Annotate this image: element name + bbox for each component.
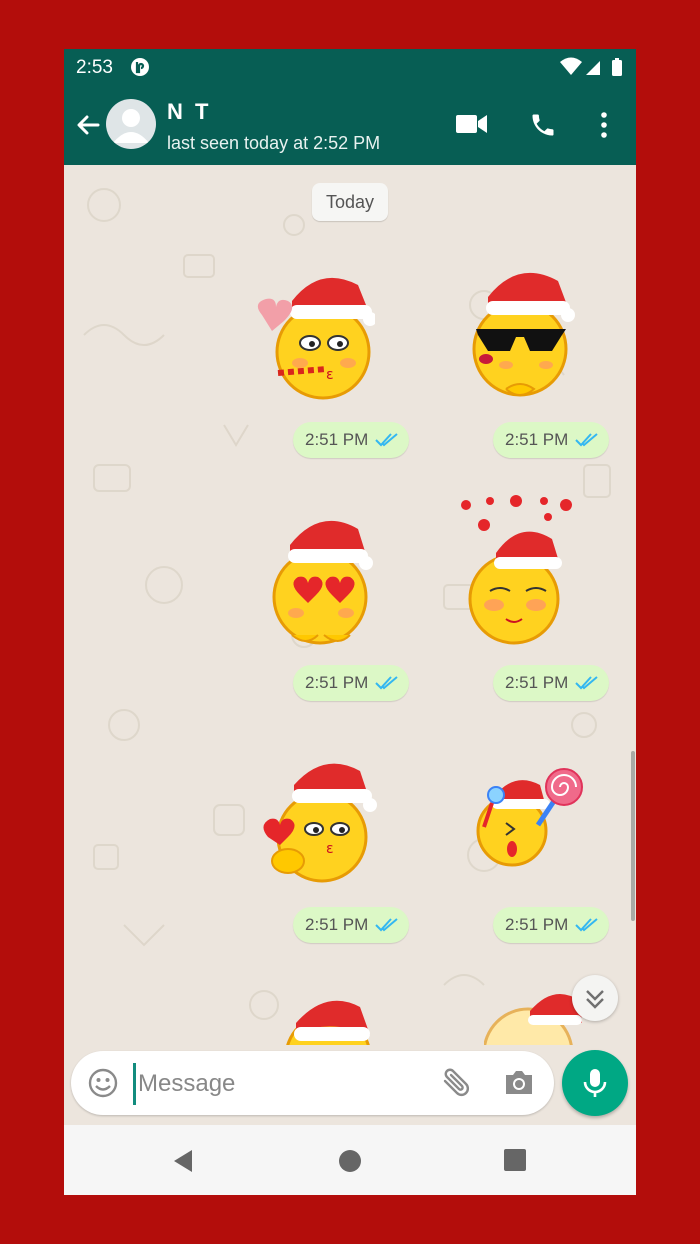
svg-text:ε: ε [326, 367, 334, 383]
read-receipt-icon [575, 433, 598, 447]
sticker-message[interactable] [468, 765, 588, 875]
message-timestamp: 2:51 PM [493, 665, 609, 701]
status-bar: 2:53 [64, 49, 636, 85]
sticker-message[interactable] [278, 985, 378, 1045]
wifi-icon [560, 57, 582, 75]
avatar[interactable] [106, 99, 156, 149]
read-receipt-icon [375, 676, 398, 690]
phone-screen: 2:53 N T last seen today at 2:52 PM Toda… [64, 49, 636, 1195]
read-receipt-icon [575, 918, 598, 932]
system-navigation-bar [64, 1125, 636, 1195]
back-arrow-icon[interactable] [74, 111, 102, 144]
notification-app-icon [130, 57, 150, 77]
more-vert-icon[interactable] [594, 111, 614, 144]
timestamp-text: 2:51 PM [305, 430, 369, 449]
emoji-icon[interactable] [87, 1067, 119, 1104]
nav-home-icon[interactable] [338, 1149, 362, 1178]
scroll-to-bottom-button[interactable] [572, 975, 618, 1021]
signal-icon [586, 61, 600, 75]
contact-name[interactable]: N T [167, 99, 211, 125]
sticker-message[interactable] [466, 257, 576, 407]
read-receipt-icon [375, 433, 398, 447]
sticker-message[interactable]: ε [260, 749, 380, 889]
battery-icon [612, 58, 622, 76]
scroll-down-icon [586, 990, 604, 1009]
status-time: 2:53 [76, 57, 113, 78]
read-receipt-icon [375, 918, 398, 932]
phone-icon[interactable] [529, 111, 557, 144]
timestamp-text: 2:51 PM [505, 430, 569, 449]
sticker-message[interactable] [484, 987, 584, 1045]
message-timestamp: 2:51 PM [493, 907, 609, 943]
message-input[interactable] [133, 1063, 430, 1105]
svg-text:ε: ε [326, 841, 334, 857]
chat-header: N T last seen today at 2:52 PM [64, 85, 636, 165]
message-timestamp: 2:51 PM [293, 665, 409, 701]
date-chip: Today [312, 183, 388, 221]
nav-back-icon[interactable] [172, 1149, 194, 1178]
system-icons [560, 56, 626, 83]
message-timestamp: 2:51 PM [293, 422, 409, 458]
mic-icon [583, 1069, 607, 1097]
sticker-message[interactable] [456, 495, 576, 655]
timestamp-text: 2:51 PM [305, 915, 369, 934]
timestamp-text: 2:51 PM [505, 915, 569, 934]
timestamp-text: 2:51 PM [505, 673, 569, 692]
camera-icon[interactable] [503, 1069, 535, 1102]
chat-area[interactable]: Today ε 2:51 PM 2:51 PM 2:51 PM 2:51 PM … [64, 165, 636, 1045]
avatar-icon [113, 109, 149, 143]
attach-icon[interactable] [439, 1067, 473, 1104]
sticker-message[interactable] [266, 503, 376, 653]
read-receipt-icon [575, 676, 598, 690]
message-timestamp: 2:51 PM [493, 422, 609, 458]
nav-recents-icon[interactable] [504, 1149, 526, 1176]
scrollbar[interactable] [631, 751, 635, 921]
sticker-message[interactable]: ε [240, 257, 375, 407]
message-composer [71, 1051, 554, 1115]
message-timestamp: 2:51 PM [293, 907, 409, 943]
timestamp-text: 2:51 PM [305, 673, 369, 692]
last-seen-status[interactable]: last seen today at 2:52 PM [167, 133, 380, 154]
voice-record-button[interactable] [562, 1050, 628, 1116]
video-call-icon[interactable] [456, 113, 488, 140]
